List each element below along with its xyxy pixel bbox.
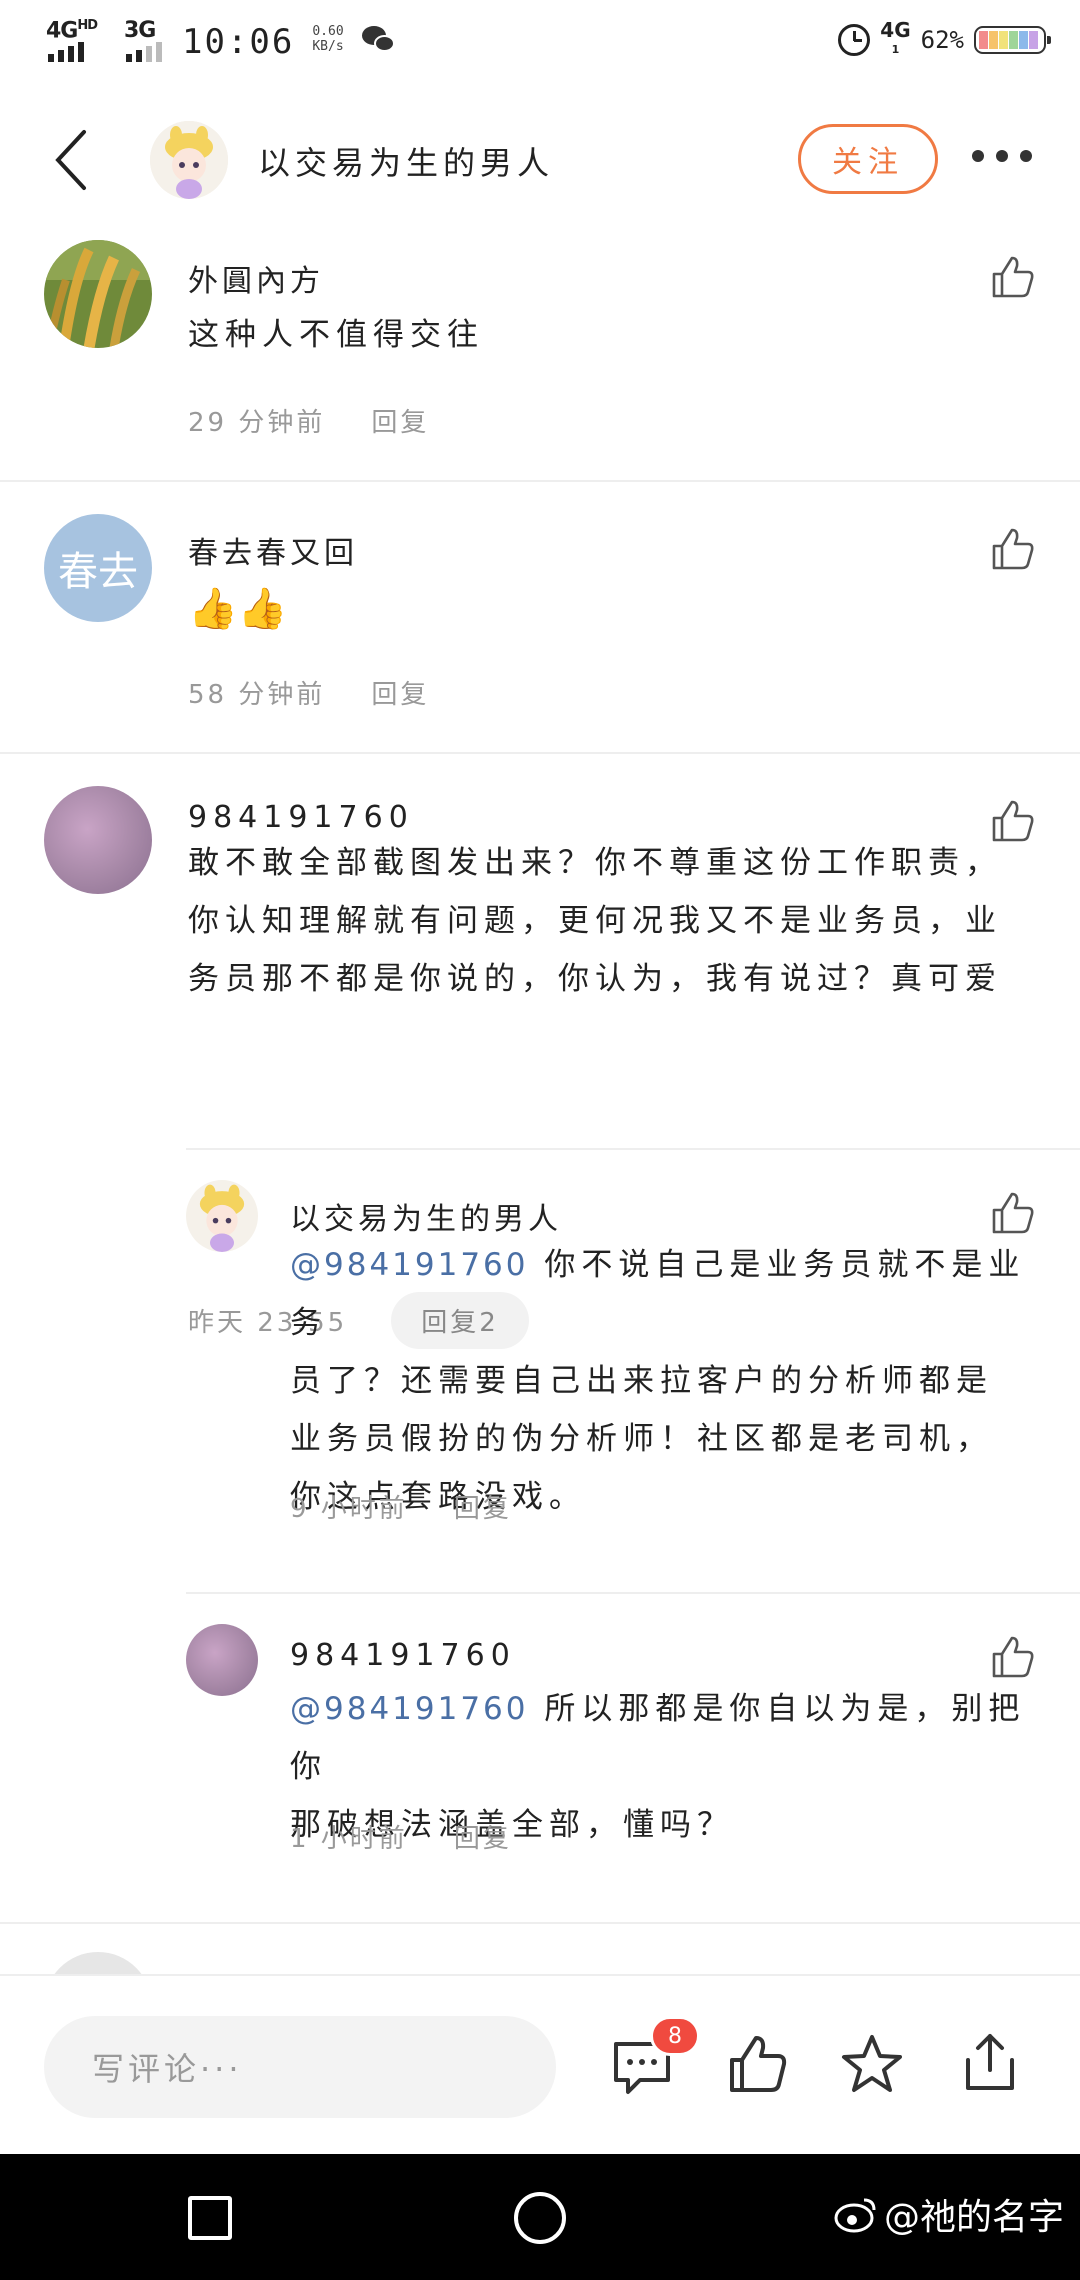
reply-username[interactable]: 以交易为生的男人 xyxy=(290,1194,562,1238)
reply-username[interactable]: 984191760 xyxy=(290,1638,516,1673)
reply-button[interactable]: 回复 xyxy=(454,1488,512,1525)
like-icon[interactable] xyxy=(990,526,1036,572)
comment-username[interactable]: 春去春又回 xyxy=(188,528,358,572)
comment-meta: 29 分钟前 回复 xyxy=(188,402,429,439)
more-options-button[interactable] xyxy=(972,150,1032,162)
comment-text: 这种人不值得交往 xyxy=(188,317,484,353)
like-icon[interactable] xyxy=(990,1634,1036,1680)
back-button[interactable] xyxy=(52,128,112,192)
comment-username[interactable]: 外圓內方 xyxy=(188,256,324,300)
comment-count-badge: 8 xyxy=(650,2016,700,2056)
favorite-button[interactable] xyxy=(840,2032,904,2096)
comment-username[interactable]: 984191760 xyxy=(188,800,414,835)
user-avatar[interactable] xyxy=(186,1624,258,1696)
like-icon[interactable] xyxy=(990,254,1036,300)
follow-button[interactable]: 关注 xyxy=(798,124,938,194)
user-avatar[interactable] xyxy=(186,1180,258,1252)
comment-meta: 58 分钟前 回复 xyxy=(188,674,429,711)
like-button[interactable] xyxy=(726,2032,790,2096)
signal-4g-icon: 4GHD xyxy=(46,18,106,62)
weibo-logo-icon xyxy=(834,2198,876,2233)
like-icon[interactable] xyxy=(990,1190,1036,1236)
comment-time: 58 分钟前 xyxy=(188,680,326,710)
reply-text: @984191760 你不说自己是业务员就不是业务 员了？还需要自己出来拉客户的… xyxy=(290,1247,1026,1515)
user-avatar[interactable] xyxy=(44,786,152,894)
comment-text: 敢不敢全部截图发出来？你不尊重这份工作职责， 你认知理解就有问题，更何况我又不是… xyxy=(188,845,1002,997)
divider xyxy=(186,1148,1080,1150)
wechat-notification-icon xyxy=(361,26,396,54)
thumbs-up-icon xyxy=(730,2036,787,2092)
comment-time: 29 分钟前 xyxy=(188,408,326,438)
bottom-action-bar: 写评论··· 8 xyxy=(0,1974,1080,2154)
reply-button[interactable]: 回复 xyxy=(371,674,429,711)
signal-3g-icon: 3G xyxy=(124,18,164,62)
chevron-left-icon xyxy=(55,130,86,190)
recent-apps-button[interactable] xyxy=(188,2196,232,2240)
home-button[interactable] xyxy=(514,2192,566,2244)
watermark: @祂的名字 xyxy=(834,2188,1064,2240)
mobile-data-icon: 4G 1 xyxy=(880,18,911,56)
divider xyxy=(186,1592,1080,1594)
alarm-icon xyxy=(838,24,871,56)
comment-text: 👍👍 xyxy=(188,586,288,632)
status-time: 10:06 xyxy=(182,22,295,62)
user-avatar[interactable]: 春去 xyxy=(44,514,152,622)
reply-button[interactable]: 回复 xyxy=(454,1818,512,1855)
reply-time: 9 小时前 xyxy=(290,1494,408,1524)
reply-button[interactable]: 回复 xyxy=(371,402,429,439)
reply-meta: 9 小时前 回复 xyxy=(290,1488,512,1525)
divider xyxy=(0,752,1080,754)
page-title: 以交易为生的男人 xyxy=(258,144,555,182)
divider xyxy=(0,1922,1080,1924)
author-avatar[interactable] xyxy=(150,121,228,199)
share-button[interactable] xyxy=(958,2030,1022,2094)
reply-meta: 1 小时前 回复 xyxy=(290,1818,512,1855)
comment-input[interactable]: 写评论··· xyxy=(44,2016,556,2118)
user-avatar[interactable] xyxy=(44,240,152,348)
system-navigation-bar: @祂的名字 xyxy=(0,2154,1080,2280)
mention-link[interactable]: @984191760 xyxy=(290,1247,529,1283)
network-speed: 0.60 KB/s xyxy=(312,24,344,54)
reply-time: 1 小时前 xyxy=(290,1824,408,1854)
share-icon xyxy=(966,2034,1014,2090)
battery-percent: 62% xyxy=(920,26,964,54)
nav-header: 以交易为生的男人 关注 xyxy=(0,104,1080,214)
battery-icon xyxy=(974,26,1051,54)
status-bar: 4GHD 3G 10:06 0.60 KB/s 4G 1 62% xyxy=(0,0,1080,80)
mention-link[interactable]: @984191760 xyxy=(290,1691,529,1727)
divider xyxy=(0,480,1080,482)
star-icon xyxy=(842,2035,902,2092)
